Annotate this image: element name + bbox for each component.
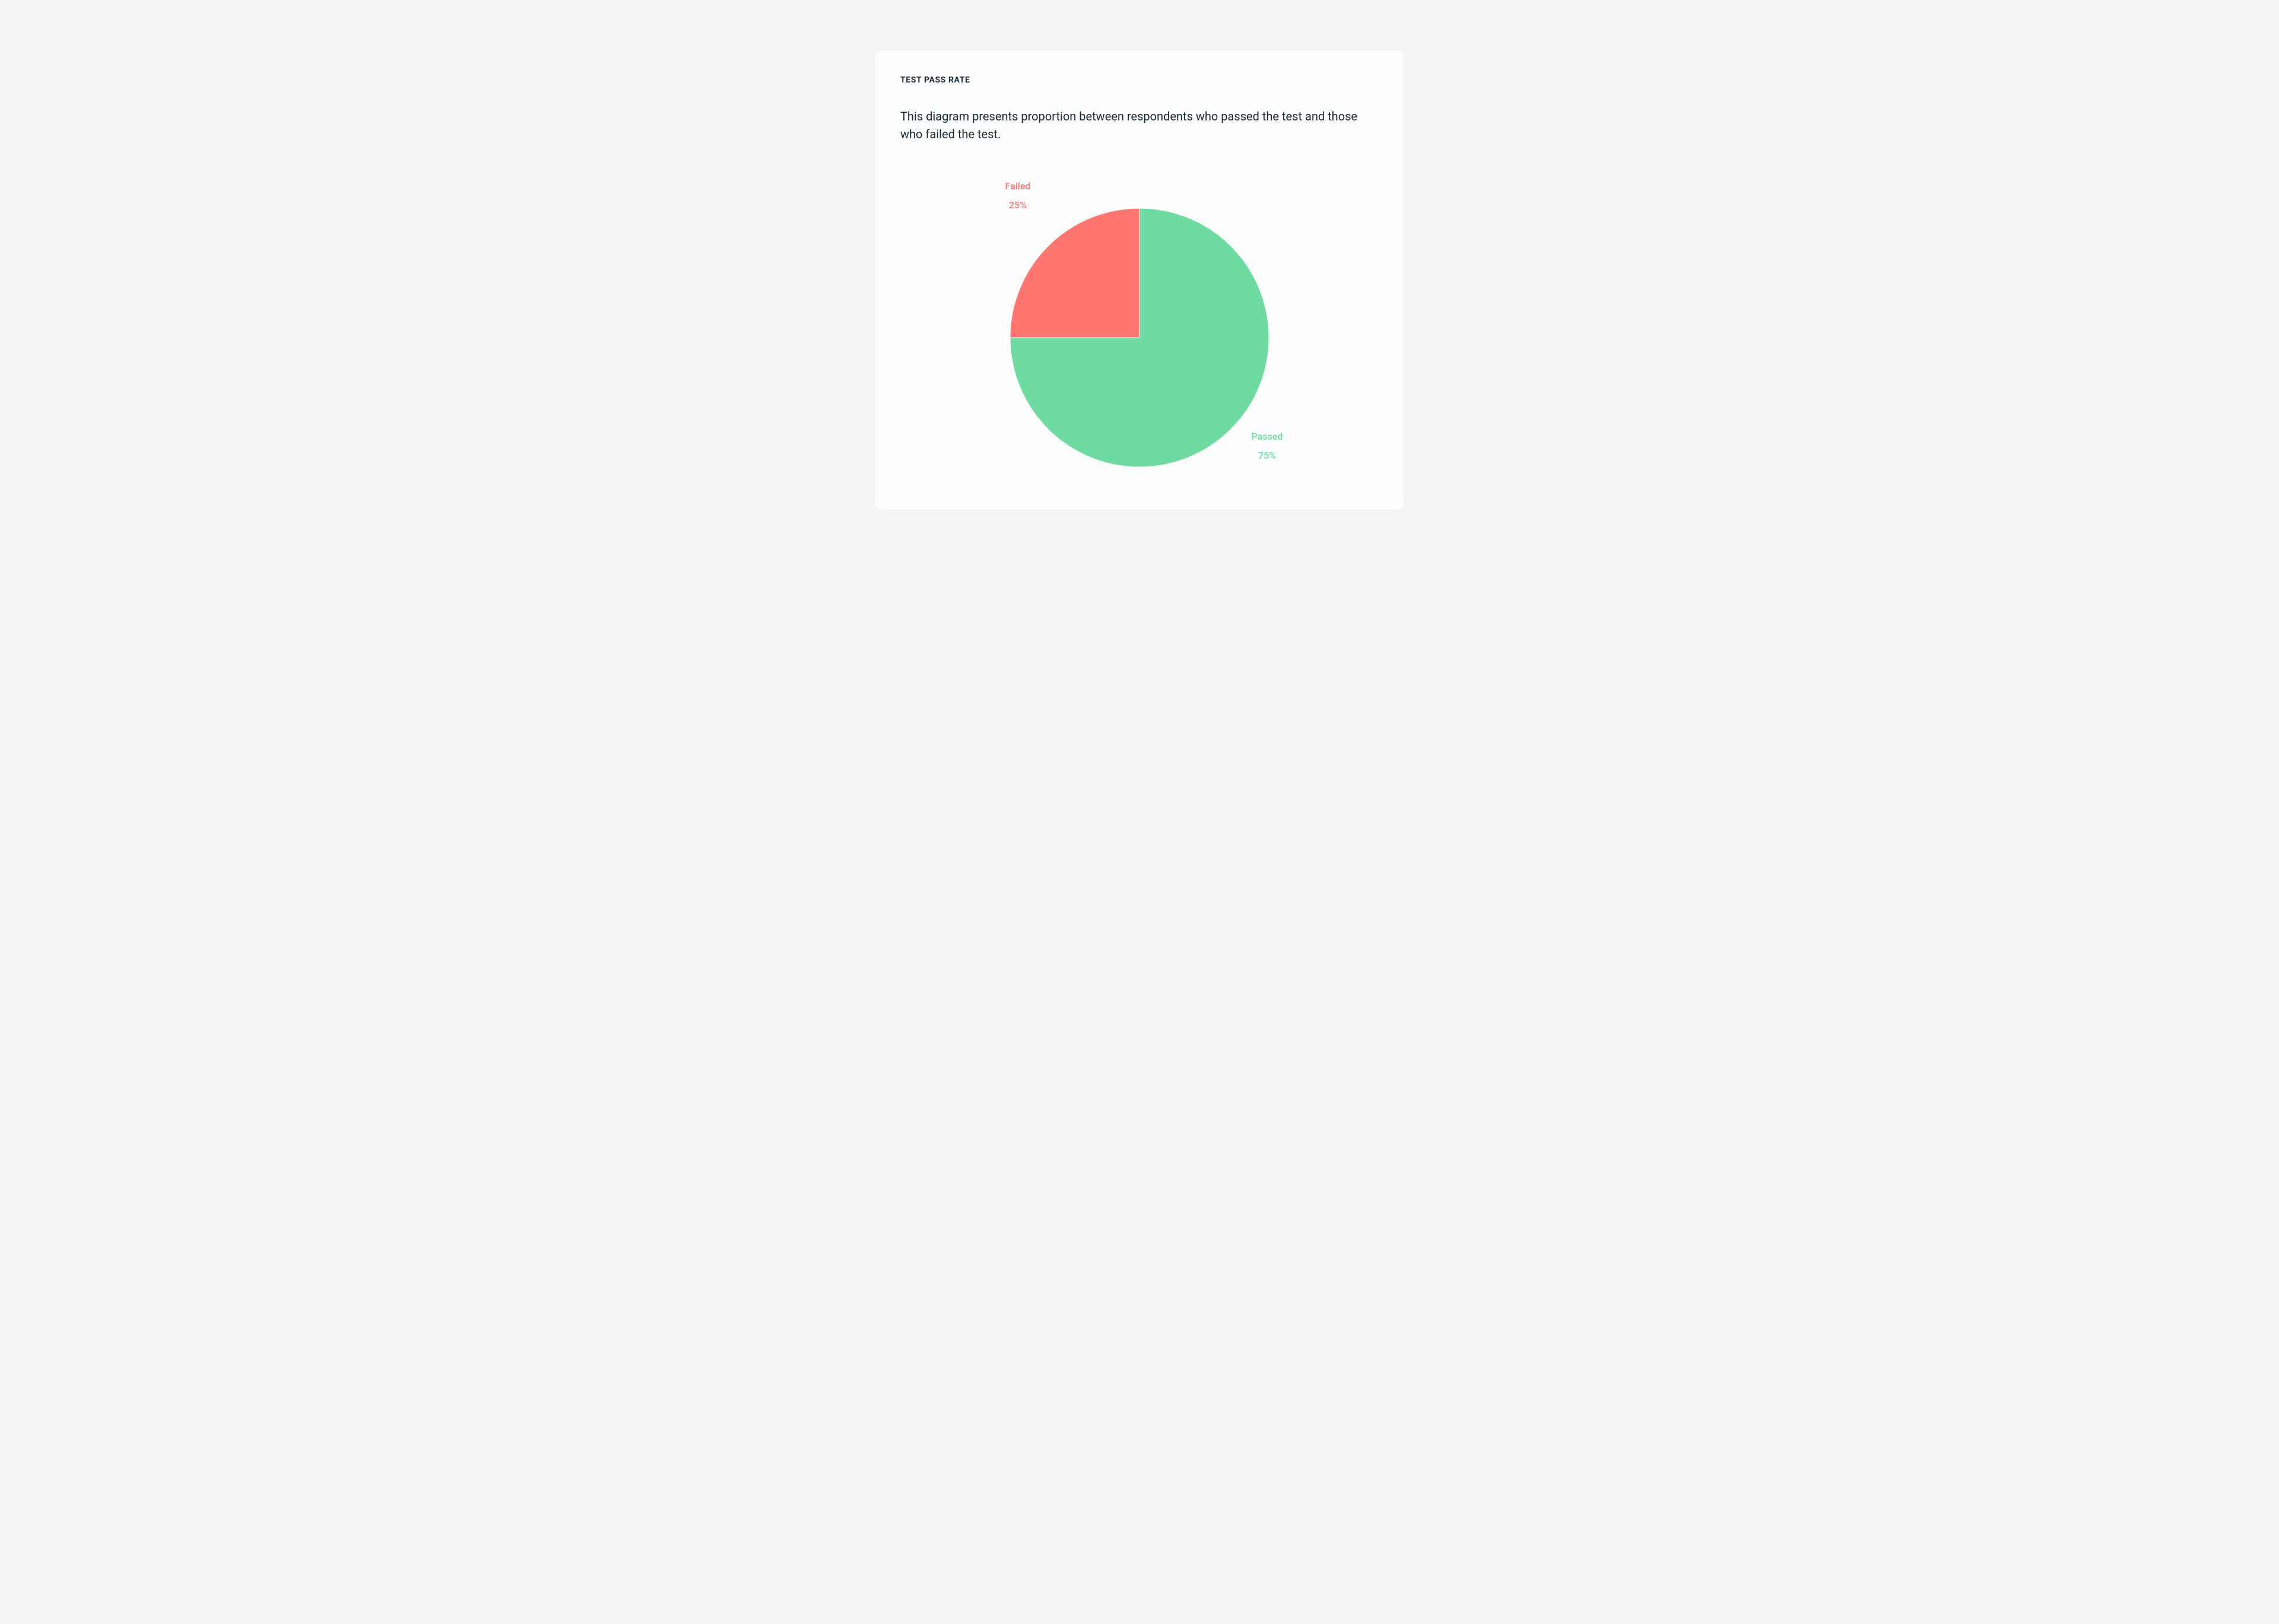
pie-chart-container: Failed 25% Passed 75% [900,171,1379,480]
pie-chart: Failed 25% Passed 75% [926,171,1353,480]
pie-label-passed-percent: 75% [1258,450,1276,461]
card-description: This diagram presents proportion between… [900,107,1375,143]
chart-card: TEST PASS RATE This diagram presents pro… [875,50,1404,510]
pie-label-failed-name: Failed [1005,180,1031,192]
pie-slice-failed [1010,208,1140,338]
pie-label-failed-percent: 25% [1009,199,1027,211]
card-title: TEST PASS RATE [900,75,1379,85]
pie-label-passed-name: Passed [1252,431,1283,442]
